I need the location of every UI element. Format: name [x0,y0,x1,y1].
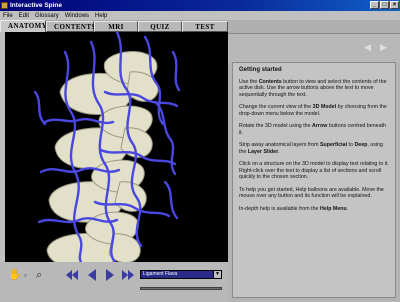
minimize-button[interactable]: _ [370,1,379,9]
select-icon[interactable]: ▫ [24,269,27,283]
window-controls: _ □ × [370,1,399,9]
chevron-down-icon[interactable]: ▼ [213,271,221,278]
hand-icon[interactable]: ✋ [8,268,22,282]
text-nav-bar: ◀ ▶ [228,34,400,62]
view-select[interactable]: Ligament Flava ▼ [140,270,222,279]
maximize-button[interactable]: □ [380,1,389,9]
close-button[interactable]: × [390,1,399,9]
guide-text: Getting started Use the Contents button … [232,62,396,298]
window-title: Interactive Spine [10,2,63,9]
tab-mri[interactable]: MRI [94,21,138,32]
view-select-value: Ligament Flava [143,271,178,277]
layer-slider[interactable] [140,287,222,290]
title-bar: Interactive Spine _ □ × [0,0,400,11]
forward-arrow-icon[interactable] [104,269,116,281]
tab-contents[interactable]: CONTENTS [46,21,95,32]
spine-model[interactable] [5,32,228,262]
menu-windows[interactable]: Windows [65,13,89,19]
menu-bar: File Edit Glossary Windows Help [0,11,400,20]
model-controls: ✋ ▫ ⌕ Ligament Flava ▼ [0,262,228,302]
menu-glossary[interactable]: Glossary [35,13,59,19]
guide-paragraph: Click on a structure on the 3D model to … [239,161,389,180]
tab-bar: ANATOMY CONTENTS MRI QUIZ TEST [0,20,228,32]
tab-anatomy[interactable]: ANATOMY [0,20,47,32]
menu-help[interactable]: Help [95,13,107,19]
tab-test[interactable]: TEST [182,21,228,32]
app-icon [1,2,8,9]
fastforward-icon[interactable] [122,269,134,281]
magnifier-icon[interactable]: ⌕ [36,268,42,282]
guide-paragraph: In-depth help is available from the Help… [239,205,349,212]
tab-quiz[interactable]: QUIZ [138,21,182,32]
back-arrow-icon[interactable] [86,269,98,281]
text-panel: ◀ ▶ Getting started Use the Contents but… [228,20,400,302]
panel-header [228,20,400,34]
next-page-icon[interactable]: ▶ [380,42,387,53]
guide-paragraph: Change the current view of the 3D Model … [239,104,387,117]
guide-paragraph: Rotate the 3D model using the Arrow butt… [239,123,386,136]
menu-file[interactable]: File [3,13,13,19]
guide-paragraph: Use the Contents button to view and sele… [239,78,387,98]
rewind-icon[interactable] [66,269,78,281]
guide-heading: Getting started [239,67,282,73]
menu-edit[interactable]: Edit [19,13,29,19]
guide-paragraph: Strip away anatomical layers from Superf… [239,142,383,155]
3d-model-viewport[interactable] [5,32,228,262]
prev-page-icon[interactable]: ◀ [364,42,371,53]
guide-paragraph: To help you get started, Help balloons a… [239,186,384,200]
